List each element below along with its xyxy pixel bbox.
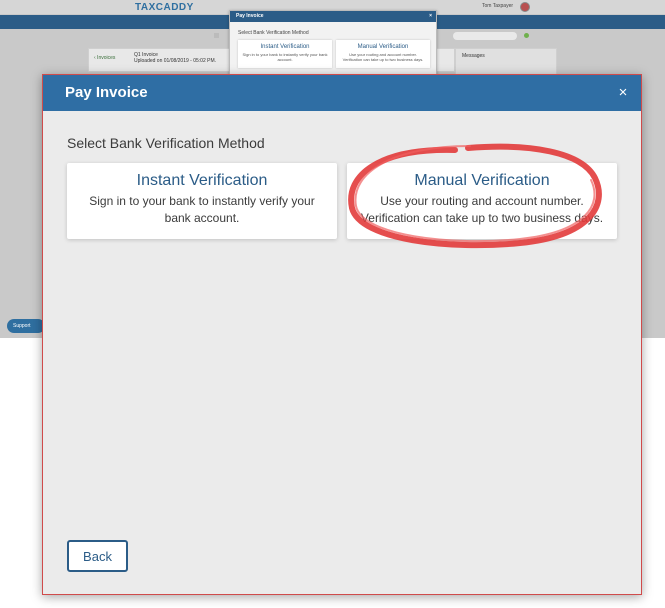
mini-close-icon: × [429,13,432,19]
close-icon[interactable]: × [613,83,633,103]
mini-modal-subtitle: Select Bank Verification Method [238,30,309,36]
support-button: Support [7,319,45,333]
pay-invoice-modal: Pay Invoice × Select Bank Verification M… [42,74,642,595]
user-menu: Tom Taxpayer [482,3,514,9]
flag-icon [520,2,530,12]
mini-manual-option: Manual Verification Use your routing and… [336,40,430,68]
back-button[interactable]: Back [67,540,128,572]
status-dot-icon [524,33,529,38]
invoice-uploaded: Uploaded on 01/08/2019 - 05:02 PM. [134,58,217,64]
search-input [453,32,517,40]
instant-verification-description: Sign in to your bank to instantly verify… [89,194,315,225]
verification-method-heading: Select Bank Verification Method [67,135,265,151]
modal-title: Pay Invoice [65,84,148,101]
home-icon [214,33,219,38]
mini-instant-desc: Sign in to your bank to instantly verify… [242,52,328,62]
mini-instant-option: Instant Verification Sign in to your ban… [238,40,332,68]
mini-modal-header: Pay Invoice × [230,11,436,22]
mini-manual-title: Manual Verification [357,44,409,50]
mini-modal-preview: Pay Invoice × Select Bank Verification M… [229,10,437,76]
logo: TAXCADDY [135,2,194,13]
messages-label: Messages [462,53,485,59]
instant-verification-title: Instant Verification [136,172,268,189]
modal-header: Pay Invoice × [43,75,641,111]
mini-instant-title: Instant Verification [260,44,310,50]
manual-verification-title: Manual Verification [414,172,550,189]
instant-verification-option[interactable]: Instant Verification Sign in to your ban… [67,163,337,239]
manual-verification-description: Use your routing and account number. Ver… [360,194,604,225]
manual-verification-option[interactable]: Manual Verification Use your routing and… [347,163,617,239]
invoice-info: Q1 Invoice Uploaded on 01/08/2019 - 05:0… [134,52,216,64]
mini-modal-title: Pay Invoice [236,13,264,19]
invoices-back-link: ‹ Invoices [94,55,116,61]
mini-manual-desc: Use your routing and account number. Ver… [342,52,424,62]
